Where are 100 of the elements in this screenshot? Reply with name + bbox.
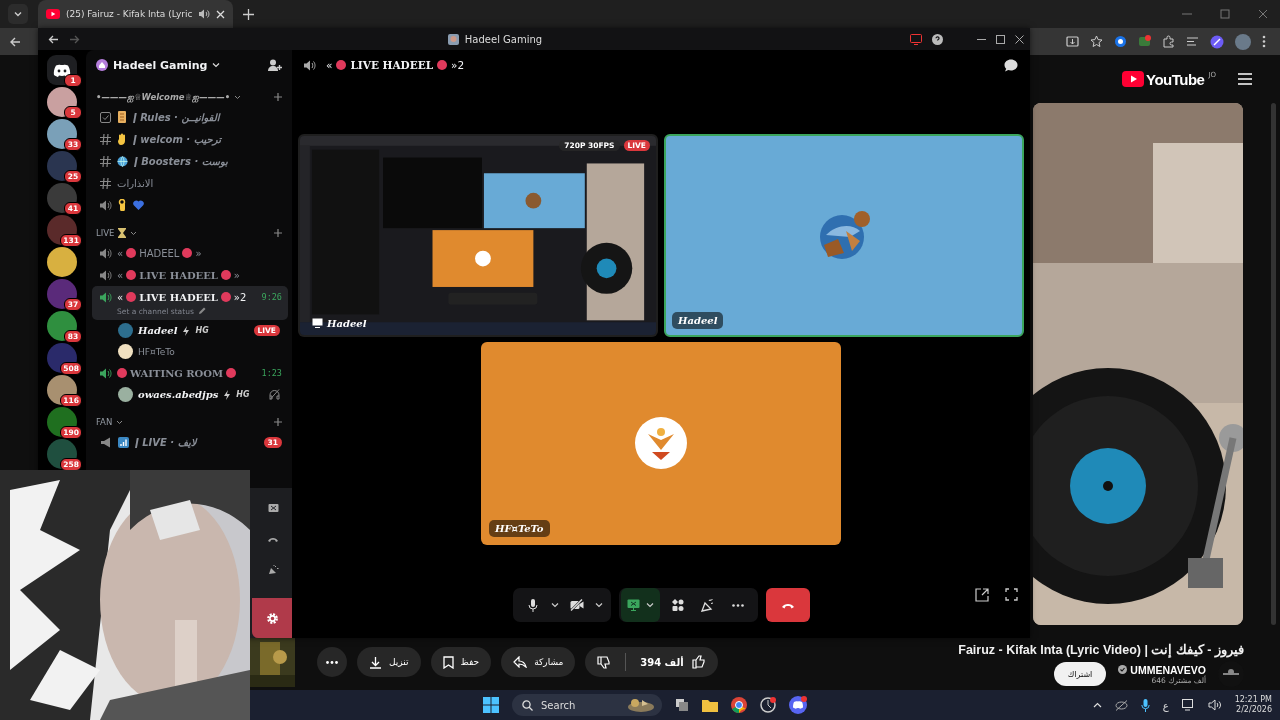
folder-icon[interactable] xyxy=(702,698,718,712)
restore-icon[interactable] xyxy=(1220,9,1230,19)
back-arrow-icon[interactable] xyxy=(9,35,21,48)
category-header[interactable]: FAN xyxy=(96,417,113,427)
voice-channel[interactable]: « HADEEL » xyxy=(92,242,288,264)
activities-icon xyxy=(671,599,684,611)
maximize-icon[interactable] xyxy=(996,34,1005,44)
disconnect-button[interactable] xyxy=(765,588,810,622)
youtube-logo[interactable]: YouTube xyxy=(1146,70,1205,88)
server-icon[interactable] xyxy=(47,439,77,469)
chrome-icon[interactable] xyxy=(731,697,747,713)
voice-member[interactable]: HF¤TeTo xyxy=(92,341,288,362)
category-header[interactable]: LIVE xyxy=(96,228,115,238)
task-view-icon[interactable] xyxy=(675,698,689,712)
clock-date[interactable]: 2/2/2026 xyxy=(1236,705,1272,715)
more-button[interactable] xyxy=(317,647,347,677)
chevron-icon[interactable] xyxy=(116,418,124,426)
search-field[interactable]: Search xyxy=(512,694,662,716)
channel-item[interactable]: الانذارات xyxy=(92,172,288,194)
puzzle-icon[interactable] xyxy=(1162,35,1175,48)
server-name[interactable]: Hadeel Gaming xyxy=(113,58,208,72)
server-icon[interactable] xyxy=(47,343,77,373)
server-icon[interactable] xyxy=(47,87,77,117)
voice-channel[interactable]: WAITING ROOM 1:23 xyxy=(92,362,288,384)
channel-name[interactable]: UMMENAVEVO xyxy=(1130,663,1206,676)
install-app-icon[interactable] xyxy=(1066,35,1079,48)
chevron-up-icon[interactable] xyxy=(1092,702,1102,708)
add-channel-icon[interactable] xyxy=(274,418,282,426)
category-header[interactable]: •———ஐ♕Welcome♕ஐ———• xyxy=(96,91,231,103)
voice-channel[interactable]: « LIVE HADEEL » xyxy=(92,264,288,286)
screen-share-button[interactable] xyxy=(620,588,660,622)
menu-icon[interactable] xyxy=(1262,35,1266,48)
profile-avatar[interactable] xyxy=(1235,33,1251,50)
invite-icon[interactable] xyxy=(268,58,282,72)
save-button[interactable]: حفظ xyxy=(430,647,492,677)
settings-button[interactable] xyxy=(252,598,292,638)
server-icon[interactable] xyxy=(47,151,77,181)
server-icon[interactable] xyxy=(47,311,77,341)
chevron-icon[interactable] xyxy=(212,61,221,69)
circle-emoji-icon xyxy=(117,368,127,378)
user-avatar xyxy=(118,387,133,402)
forward-arrow-icon[interactable] xyxy=(69,33,80,45)
fullscreen-icon[interactable] xyxy=(1005,588,1018,601)
channel-item[interactable]: ǀ Boosters · بوست xyxy=(92,150,288,172)
dislike-button[interactable] xyxy=(597,655,612,669)
app-icon[interactable] xyxy=(760,697,776,713)
speaker-icon[interactable] xyxy=(198,8,211,20)
circle-emoji-icon xyxy=(220,292,231,302)
star-icon[interactable] xyxy=(1090,35,1103,48)
channel-item[interactable]: ǀ welcom · ترحيب xyxy=(92,128,288,150)
download-button[interactable]: تنزيل xyxy=(357,647,421,677)
extension-icon[interactable] xyxy=(1114,35,1127,48)
add-channel-icon[interactable] xyxy=(274,93,282,101)
tab-list-button[interactable] xyxy=(8,4,28,24)
add-channel-icon[interactable] xyxy=(274,229,282,237)
menu-icon[interactable] xyxy=(1238,73,1252,85)
screen-icon[interactable] xyxy=(910,33,922,45)
hang-up-icon[interactable] xyxy=(267,536,279,543)
chevron-icon[interactable] xyxy=(130,229,138,237)
close-icon[interactable] xyxy=(1015,34,1024,44)
channel-name: ǀ LIVE · لايف xyxy=(135,436,197,448)
chevron-icon[interactable] xyxy=(594,601,603,609)
server-icon[interactable] xyxy=(47,247,77,277)
server-icon[interactable] xyxy=(47,119,77,149)
channel-item[interactable]: ǀ Rules · القوانيــن xyxy=(92,106,288,128)
server-icon[interactable] xyxy=(47,407,77,437)
share-button[interactable]: مشاركة xyxy=(501,647,576,677)
soundboard-icon[interactable] xyxy=(268,565,279,576)
clock-time[interactable]: 12:21 PM xyxy=(1234,695,1272,705)
close-icon[interactable] xyxy=(1258,9,1268,19)
circle-emoji-icon xyxy=(226,368,237,378)
subscribe-button[interactable]: اشتراك xyxy=(1053,662,1107,686)
home-button[interactable] xyxy=(47,55,77,85)
chat-bubble-icon[interactable] xyxy=(1004,58,1018,72)
server-icon[interactable] xyxy=(47,215,77,245)
pencil-icon[interactable] xyxy=(197,307,206,315)
new-tab-icon[interactable] xyxy=(243,8,255,20)
server-icon[interactable] xyxy=(47,279,77,309)
participant-tile[interactable]: Hadeel xyxy=(664,133,1024,337)
chevron-icon[interactable] xyxy=(234,93,242,101)
screen-share-off-icon[interactable] xyxy=(268,503,279,514)
pop-out-icon[interactable] xyxy=(975,588,989,602)
like-button[interactable] xyxy=(691,655,706,669)
participant-tile[interactable]: HF¤TeTo xyxy=(481,341,841,545)
reading-list-icon[interactable] xyxy=(1186,35,1199,48)
discord-app-icon[interactable] xyxy=(789,696,807,714)
volume-icon[interactable] xyxy=(1207,699,1222,711)
back-arrow-icon[interactable] xyxy=(48,33,59,45)
browser-tab[interactable]: (25) Fairuz - Kifak Inta (Lyric xyxy=(38,0,234,28)
network-icon[interactable] xyxy=(1181,699,1195,711)
ai-icon[interactable] xyxy=(1210,34,1224,49)
keyboard-language[interactable]: ع xyxy=(1162,699,1169,711)
chevron-icon[interactable] xyxy=(550,601,559,609)
microphone-icon[interactable] xyxy=(1140,698,1150,712)
help-icon[interactable] xyxy=(932,33,943,45)
speaker-icon xyxy=(100,199,112,211)
server-icon[interactable] xyxy=(47,183,77,213)
crossed-eye-icon[interactable] xyxy=(1114,699,1128,711)
voice-member[interactable]: owaes.abedjps HG xyxy=(92,384,288,405)
windows-start-icon[interactable] xyxy=(483,697,499,713)
